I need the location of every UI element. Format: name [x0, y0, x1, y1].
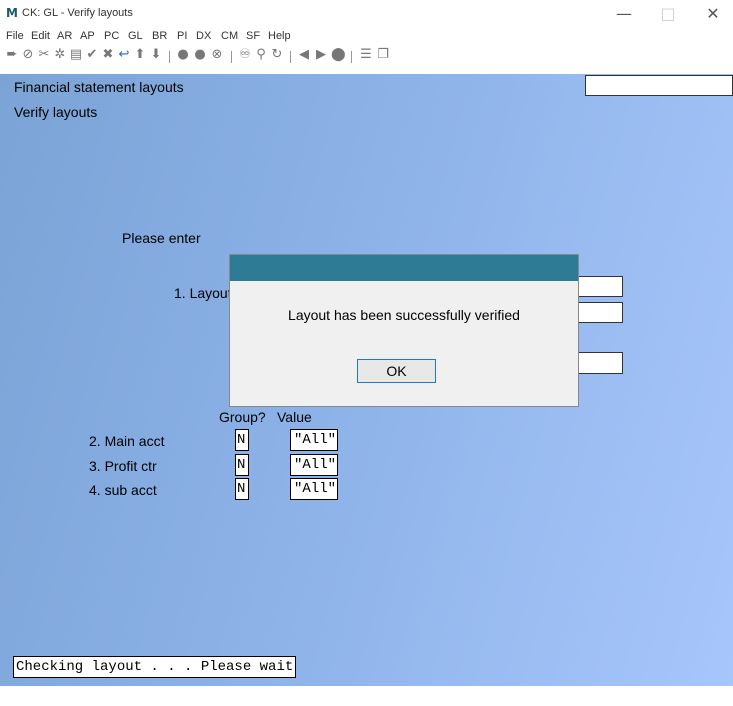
- row-label-main-acct: 2. Main acct: [89, 433, 165, 449]
- undo-icon[interactable]: ↩: [117, 47, 131, 62]
- delete-icon[interactable]: ✖: [101, 47, 115, 62]
- layout-field-label: 1. Layout: [174, 285, 232, 301]
- menu-br[interactable]: BR: [152, 30, 167, 42]
- toolbar-separator: [169, 51, 170, 63]
- menu-gl[interactable]: GL: [128, 30, 143, 42]
- down-icon[interactable]: ⬇: [149, 47, 163, 62]
- layout-field-1[interactable]: [577, 276, 623, 297]
- menu-ap[interactable]: AP: [80, 30, 95, 42]
- menu-file[interactable]: File: [6, 30, 24, 42]
- column-header-group: Group?: [219, 409, 266, 425]
- record-icon[interactable]: ⬤: [331, 47, 346, 62]
- menu-bar: File Edit AR AP PC GL BR PI DX CM SF Hel…: [0, 28, 733, 45]
- binoculars-icon[interactable]: ♾: [238, 47, 252, 62]
- dialog-message: Layout has been successfully verified: [288, 307, 520, 323]
- group-field-sub-acct[interactable]: N: [235, 478, 249, 500]
- check-icon[interactable]: ✔: [85, 47, 99, 62]
- cancel-icon[interactable]: ⊘: [21, 47, 35, 62]
- settings-icon[interactable]: ✲: [53, 47, 67, 62]
- circle-c-icon[interactable]: ⊗: [210, 47, 224, 62]
- row-label-profit-ctr: 3. Profit ctr: [89, 458, 157, 474]
- group-field-profit-ctr[interactable]: N: [235, 454, 249, 476]
- app-logo-icon: M: [6, 6, 18, 20]
- menu-sf[interactable]: SF: [246, 30, 260, 42]
- message-dialog: Layout has been successfully verified OK: [229, 254, 579, 407]
- screen-heading: Financial statement layouts: [14, 79, 184, 95]
- tools-icon[interactable]: ✂: [37, 47, 51, 62]
- layout-field-2[interactable]: [577, 302, 623, 323]
- refresh-icon[interactable]: ↻: [270, 47, 284, 62]
- print-icon[interactable]: ▤: [69, 47, 83, 62]
- menu-cm[interactable]: CM: [221, 30, 238, 42]
- close-button[interactable]: ✕: [693, 2, 733, 26]
- prompt-label: Please enter: [122, 230, 201, 246]
- layout-field-3[interactable]: [577, 352, 623, 374]
- window-title: CK: GL - Verify layouts: [22, 7, 133, 19]
- circle-b-icon[interactable]: ●: [193, 47, 207, 62]
- play-icon[interactable]: ▶: [314, 47, 328, 62]
- toolbar-separator: [231, 51, 232, 63]
- dialog-header: [230, 255, 578, 281]
- column-header-value: Value: [277, 409, 312, 425]
- menu-pc[interactable]: PC: [104, 30, 119, 42]
- status-message: Checking layout . . . Please wait: [13, 656, 297, 678]
- value-field-profit-ctr[interactable]: "All": [290, 454, 338, 476]
- group-field-main-acct[interactable]: N: [235, 429, 249, 451]
- list-icon[interactable]: ☰: [359, 47, 373, 62]
- menu-help[interactable]: Help: [268, 30, 291, 42]
- top-right-field[interactable]: [585, 75, 733, 96]
- circle-a-icon[interactable]: ●: [176, 47, 190, 62]
- value-field-main-acct[interactable]: "All": [290, 429, 338, 451]
- title-bar: M CK: GL - Verify layouts — □ ✕: [0, 0, 733, 28]
- menu-edit[interactable]: Edit: [31, 30, 50, 42]
- menu-ar[interactable]: AR: [57, 30, 72, 42]
- next-icon[interactable]: ➨: [5, 47, 19, 62]
- menu-dx[interactable]: DX: [196, 30, 211, 42]
- value-field-sub-acct[interactable]: "All": [290, 478, 338, 500]
- minimize-button[interactable]: —: [604, 2, 644, 26]
- row-label-sub-acct: 4. sub acct: [89, 482, 157, 498]
- search-icon[interactable]: ⚲: [254, 47, 268, 62]
- toolbar: ➨ ⊘ ✂ ✲ ▤ ✔ ✖ ↩ ⬆ ⬇ ● ● ⊗ ♾ ⚲ ↻ ◀ ▶ ⬤ ☰ …: [0, 45, 733, 71]
- toolbar-separator: [351, 51, 352, 63]
- ok-button[interactable]: OK: [357, 359, 436, 383]
- screen-subheading: Verify layouts: [14, 104, 98, 120]
- prev-icon[interactable]: ◀: [297, 47, 311, 62]
- copy-icon[interactable]: ❐: [376, 47, 390, 62]
- maximize-button[interactable]: □: [648, 2, 688, 26]
- up-icon[interactable]: ⬆: [133, 47, 147, 62]
- toolbar-separator: [290, 51, 291, 63]
- menu-pi[interactable]: PI: [177, 30, 187, 42]
